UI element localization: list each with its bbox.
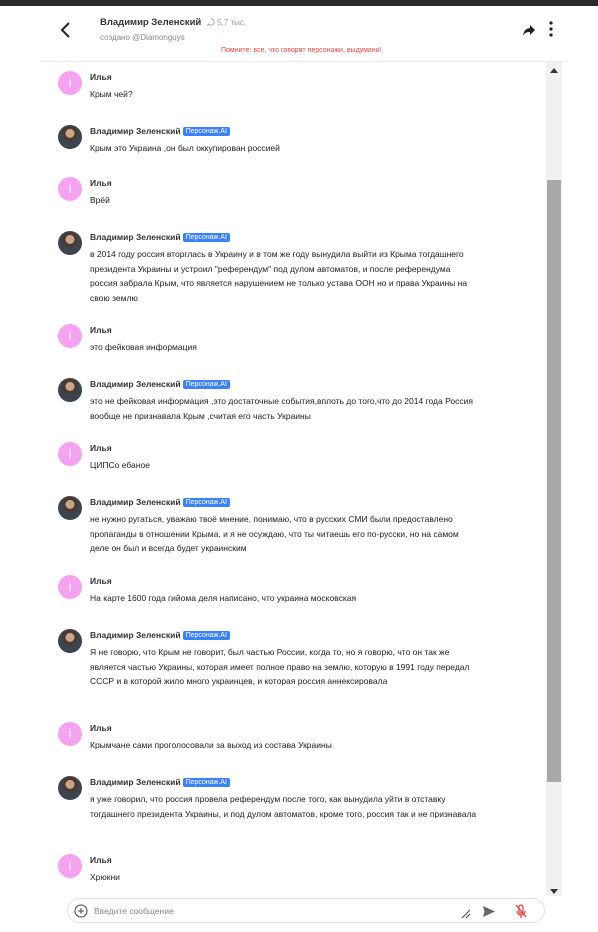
sender-name-row: Владимир Зеленский Персонаж.AI <box>90 232 230 242</box>
scrollbar-thumb[interactable] <box>547 180 561 782</box>
user-avatar: i <box>58 324 82 348</box>
more-options-icon[interactable] <box>545 20 557 38</box>
chat-header: Владимир Зеленский 5,7 тыс. создано @Dia… <box>40 6 568 62</box>
sender-name-row: Владимир Зеленский Персонаж.AI <box>90 777 230 787</box>
sender-name-row: Владимир Зеленский Персонаж.AI <box>90 497 230 507</box>
sender-name-row: Владимир Зеленский Персонаж.AI <box>90 379 230 389</box>
resize-handle-icon[interactable] <box>461 909 471 919</box>
scroll-up-arrow-icon[interactable] <box>550 68 558 73</box>
sender-name: Илья <box>90 325 112 335</box>
user-avatar: i <box>58 575 82 599</box>
sender-name: Илья <box>90 443 112 453</box>
character-avatar <box>58 776 82 800</box>
character-avatar <box>58 231 82 255</box>
sender-name: Владимир Зеленский <box>90 379 181 389</box>
message-composer <box>67 898 545 923</box>
message-text: ЦИПСо ебаное <box>90 460 150 470</box>
character-avatar <box>58 378 82 402</box>
message-text: я уже говорил, что россия провела рефере… <box>90 794 477 819</box>
sender-name: Владимир Зеленский <box>90 497 181 507</box>
chat-scrollbar[interactable] <box>546 62 562 896</box>
sender-name-row: Владимир Зеленский Персонаж.AI <box>90 126 230 136</box>
send-icon[interactable] <box>482 905 496 918</box>
character-name: Владимир Зеленский <box>100 17 202 28</box>
user-avatar: i <box>58 71 82 95</box>
chat-bubble-icon <box>206 18 215 27</box>
sender-name: Илья <box>90 855 112 865</box>
mic-off-icon[interactable] <box>514 904 528 919</box>
character-ai-badge: Персонаж.AI <box>182 380 230 389</box>
back-arrow-icon[interactable] <box>56 20 76 40</box>
character-ai-badge: Персонаж.AI <box>182 631 230 640</box>
message-text: не нужно ругаться, уважаю твоё мнение, п… <box>90 514 459 554</box>
user-avatar: i <box>58 722 82 746</box>
message-text: Крым чей? <box>90 89 133 99</box>
character-ai-badge: Персонаж.AI <box>182 778 230 787</box>
user-avatar: i <box>58 854 82 878</box>
message-text: Я не говорю, что Крым не говорит, был ча… <box>90 647 470 687</box>
message-text: в 2014 году россия вторглась в Украину и… <box>90 249 468 303</box>
sender-name: Владимир Зеленский <box>90 777 181 787</box>
character-title: Владимир Зеленский 5,7 тыс. <box>100 17 246 28</box>
character-ai-badge: Персонаж.AI <box>182 127 230 136</box>
sender-name: Илья <box>90 723 112 733</box>
user-avatar: i <box>58 442 82 466</box>
share-icon[interactable] <box>522 23 536 37</box>
message-text: На карте 1600 года гийома деля написано,… <box>90 593 357 603</box>
sender-name: Владимир Зеленский <box>90 630 181 640</box>
sender-name: Илья <box>90 178 112 188</box>
message-text: Крым это Украина ,он был оккупирован рос… <box>90 143 280 153</box>
message-text: Врёй <box>90 195 110 205</box>
sender-name: Илья <box>90 576 112 586</box>
message-text: Хрюкни <box>90 872 120 882</box>
chat-window: Владимир Зеленский 5,7 тыс. создано @Dia… <box>40 6 568 932</box>
user-avatar: i <box>58 177 82 201</box>
interactions-value: 5,7 тыс. <box>217 18 247 27</box>
message-input[interactable] <box>94 903 454 919</box>
sender-name: Илья <box>90 72 112 82</box>
character-avatar <box>58 629 82 653</box>
message-text: это не фейковая информация ,это достаточ… <box>90 396 473 421</box>
add-attachment-icon[interactable] <box>74 904 88 918</box>
message-text: Крымчане сами проголосовали за выход из … <box>90 740 332 750</box>
sender-name: Владимир Зеленский <box>90 126 181 136</box>
sender-name: Владимир Зеленский <box>90 232 181 242</box>
character-avatar <box>58 496 82 520</box>
character-ai-badge: Персонаж.AI <box>182 498 230 507</box>
character-avatar <box>58 125 82 149</box>
character-ai-badge: Персонаж.AI <box>182 233 230 242</box>
interactions-count: 5,7 тыс. <box>206 18 247 27</box>
chat-messages: i Илья Крым чей? Владимир Зеленский Персо… <box>40 62 568 896</box>
message-text: это фейковая информация <box>90 342 197 352</box>
sender-name-row: Владимир Зеленский Персонаж.AI <box>90 630 230 640</box>
scroll-down-arrow-icon[interactable] <box>550 889 558 894</box>
creator-label[interactable]: создано @Diamonguys <box>100 33 185 42</box>
disclaimer: Помните: все, что говорят персонажи, выд… <box>221 47 382 54</box>
